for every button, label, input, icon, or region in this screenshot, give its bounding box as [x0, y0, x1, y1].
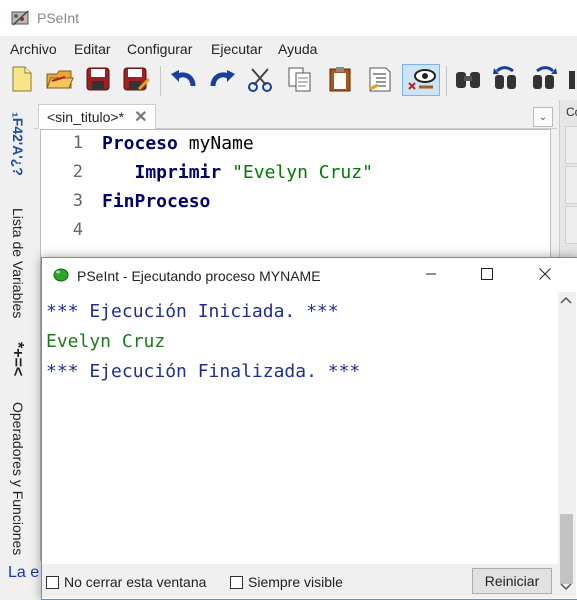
restart-button[interactable]: Reiniciar: [472, 568, 552, 594]
line-number: 2: [72, 162, 83, 182]
redo-icon: [207, 66, 237, 95]
code-line: 1 Proceso myName: [41, 133, 550, 162]
app-title: PSeInt: [37, 10, 80, 26]
console-line: *** Ejecución Finalizada. ***: [46, 361, 361, 382]
keyword-proceso: Proceso: [102, 133, 178, 154]
scroll-up-icon[interactable]: [560, 296, 572, 307]
status-text: La e: [8, 564, 40, 581]
chevron-down-icon: ⌄: [538, 111, 548, 123]
new-file-icon: [9, 65, 35, 96]
app-titlebar: PSeInt: [0, 0, 577, 36]
keyword-finproceso: FinProceso: [102, 191, 211, 212]
maximize-icon: [481, 267, 493, 283]
left-sidebar: ₁F42'A'¿? Lista de Variables *+=< Operad…: [0, 102, 34, 598]
paste-button[interactable]: [324, 64, 356, 96]
code-line: 4: [41, 220, 550, 249]
open-folder-icon: [45, 66, 75, 95]
find-next-button[interactable]: [528, 64, 560, 96]
pseint-run-icon: [52, 267, 70, 286]
indent-button[interactable]: [364, 64, 396, 96]
cut-button[interactable]: [244, 64, 276, 96]
inspect-eye-icon: [405, 65, 437, 96]
right-panel: Co: [559, 100, 577, 260]
step-by-step-button[interactable]: [402, 64, 440, 96]
always-visible-checkbox[interactable]: Siempre visible: [230, 574, 343, 590]
redo-button[interactable]: [206, 64, 238, 96]
find-next-icon: [529, 65, 559, 96]
dialog-footer: No cerrar esta ventana Siempre visible R…: [42, 564, 558, 598]
scroll-down-icon[interactable]: [560, 583, 572, 594]
copy-button[interactable]: [284, 64, 316, 96]
save-icon: [84, 65, 112, 96]
menu-archivo[interactable]: Archivo: [10, 41, 57, 57]
string-literal: "Evelyn Cruz": [232, 162, 373, 183]
scroll-thumb[interactable]: [560, 514, 573, 584]
menu-bar: Archivo Editar Configurar Ejecutar Ayuda: [0, 38, 577, 60]
checkbox-box[interactable]: [230, 575, 243, 589]
close-button[interactable]: [518, 258, 572, 292]
dialog-titlebar[interactable]: PSeInt - Ejecutando proceso MYNAME: [42, 258, 577, 292]
console-line: *** Ejecución Iniciada. ***: [46, 301, 339, 322]
find-icon: [453, 66, 483, 95]
toolbar-separator: [160, 66, 161, 96]
close-icon[interactable]: ✕: [134, 107, 147, 127]
editor-tabbar: <sin_titulo>* ✕ ⌄: [34, 104, 557, 129]
code-line: 3 FinProceso: [41, 191, 550, 220]
line-number: 3: [72, 191, 83, 211]
console-output[interactable]: *** Ejecución Iniciada. *** Evelyn Cruz …: [42, 292, 558, 564]
open-button[interactable]: [44, 64, 76, 96]
menu-ejecutar[interactable]: Ejecutar: [211, 41, 262, 57]
save-button[interactable]: [82, 64, 114, 96]
maximize-button[interactable]: [460, 258, 514, 292]
no-close-label: No cerrar esta ventana: [64, 574, 207, 590]
undo-icon: [169, 66, 199, 95]
variables-tab[interactable]: Lista de Variables: [10, 208, 26, 318]
find-previous-icon: [491, 65, 521, 96]
right-panel-label[interactable]: Co: [566, 105, 577, 119]
tab-list-dropdown[interactable]: ⌄: [533, 107, 553, 127]
identifier: myName: [177, 133, 254, 154]
undo-button[interactable]: [168, 64, 200, 96]
new-file-button[interactable]: [6, 64, 38, 96]
no-close-checkbox[interactable]: No cerrar esta ventana: [46, 574, 206, 590]
indent-icon: [366, 65, 394, 96]
toolbar: [0, 60, 577, 102]
console-line: Evelyn Cruz: [46, 331, 166, 352]
operators-symbols-tab[interactable]: *+=<: [8, 342, 26, 376]
code-line: 2 Imprimir "Evelyn Cruz": [41, 162, 550, 191]
close-icon: [539, 267, 551, 283]
find-button[interactable]: [452, 64, 484, 96]
menu-configurar[interactable]: Configurar: [127, 41, 192, 57]
menu-editar[interactable]: Editar: [74, 41, 111, 57]
minimize-icon: [425, 267, 437, 283]
cut-icon: [246, 65, 274, 96]
right-panel-item[interactable]: [565, 206, 577, 244]
tab-label: <sin_titulo>*: [47, 109, 125, 125]
toolbar-separator: [446, 66, 447, 96]
save-as-icon: [121, 65, 151, 96]
symbols-tab[interactable]: ₁F42'A'¿?: [10, 112, 26, 176]
dialog-title: PSeInt - Ejecutando proceso MYNAME: [77, 268, 321, 284]
checkbox-box[interactable]: [46, 575, 59, 589]
always-visible-label: Siempre visible: [248, 574, 343, 590]
pseint-app-icon: [10, 8, 32, 28]
save-as-button[interactable]: [120, 64, 152, 96]
paste-icon: [326, 65, 354, 96]
keyword-imprimir: Imprimir: [102, 162, 222, 183]
toolbar-overflow[interactable]: [566, 64, 577, 96]
run-dialog: PSeInt - Ejecutando proceso MYNAME *** E…: [41, 257, 577, 600]
right-panel-item[interactable]: [565, 166, 577, 204]
menu-ayuda[interactable]: Ayuda: [278, 41, 317, 57]
copy-icon: [286, 65, 314, 96]
right-panel-item[interactable]: [565, 126, 577, 164]
tab-sin-titulo[interactable]: <sin_titulo>* ✕: [38, 104, 157, 129]
more-icon: [567, 65, 577, 96]
console-scrollbar[interactable]: [558, 292, 576, 598]
line-number: 4: [72, 220, 83, 240]
operators-tab[interactable]: Operadores y Funciones: [10, 402, 26, 555]
find-previous-button[interactable]: [490, 64, 522, 96]
minimize-button[interactable]: [404, 258, 458, 292]
line-number: 1: [72, 133, 83, 153]
